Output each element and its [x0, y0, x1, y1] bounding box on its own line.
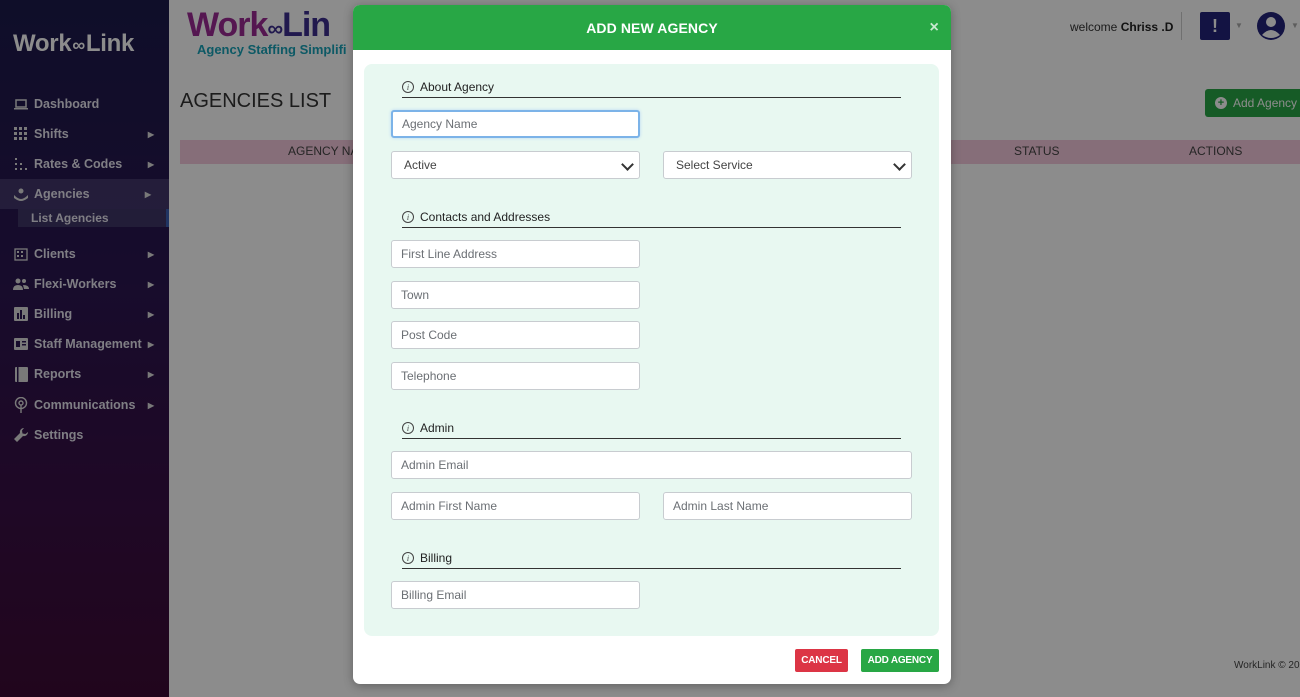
service-select-value: Select Service	[676, 158, 753, 172]
section-contacts-addresses: i Contacts and Addresses	[402, 210, 550, 224]
chevron-down-icon	[893, 158, 906, 171]
first-line-address-input[interactable]	[391, 240, 640, 268]
add-agency-submit-button[interactable]: ADD AGENCY	[861, 649, 939, 672]
town-input[interactable]	[391, 281, 640, 309]
section-title-label: About Agency	[420, 80, 495, 94]
section-divider	[402, 227, 901, 228]
info-icon: i	[402, 81, 414, 93]
section-title-label: Billing	[420, 551, 453, 565]
section-title-label: Contacts and Addresses	[420, 210, 551, 224]
form-panel: i About Agency Active Select Service i C…	[364, 64, 939, 636]
section-divider	[402, 97, 901, 98]
admin-last-name-input[interactable]	[663, 492, 912, 520]
add-agency-modal: ADD NEW AGENCY × i About Agency Active S…	[353, 5, 951, 684]
admin-first-name-input[interactable]	[391, 492, 640, 520]
status-select-value: Active	[404, 158, 437, 172]
section-about-agency: i About Agency	[402, 80, 494, 94]
section-title-label: Admin	[420, 421, 455, 435]
service-select[interactable]: Select Service	[663, 151, 912, 179]
modal-header: ADD NEW AGENCY ×	[353, 5, 951, 50]
section-divider	[402, 568, 901, 569]
section-billing: i Billing	[402, 551, 452, 565]
chevron-down-icon	[621, 158, 634, 171]
status-select[interactable]: Active	[391, 151, 640, 179]
section-admin: i Admin	[402, 421, 454, 435]
cancel-button[interactable]: CANCEL	[795, 649, 848, 672]
modal-title: ADD NEW AGENCY	[586, 19, 718, 36]
telephone-input[interactable]	[391, 362, 640, 390]
info-icon: i	[402, 211, 414, 223]
post-code-input[interactable]	[391, 321, 640, 349]
info-icon: i	[402, 552, 414, 564]
close-icon[interactable]: ×	[930, 19, 939, 37]
agency-name-input[interactable]	[391, 110, 640, 138]
section-divider	[402, 438, 901, 439]
info-icon: i	[402, 422, 414, 434]
billing-email-input[interactable]	[391, 581, 640, 609]
admin-email-input[interactable]	[391, 451, 912, 479]
